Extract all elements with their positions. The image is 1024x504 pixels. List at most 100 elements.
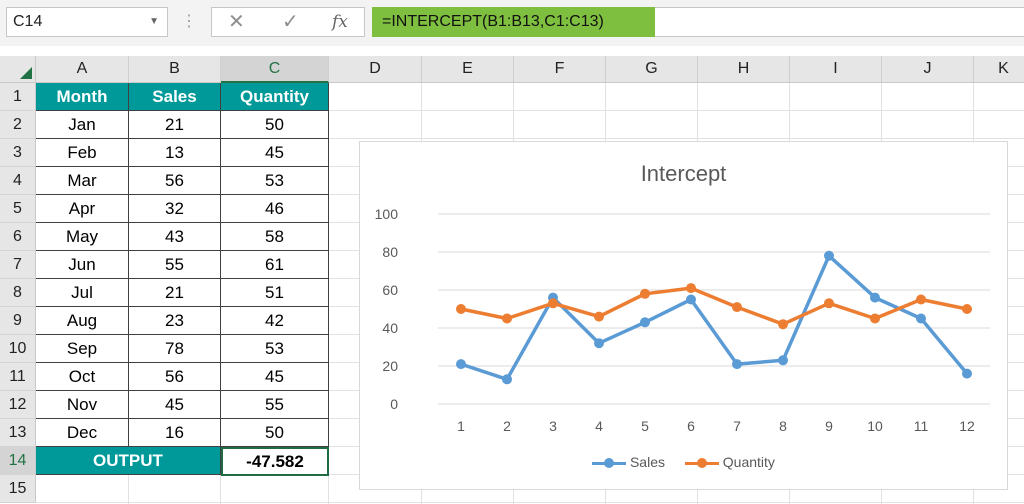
line-chart[interactable]: 0 20 40 60 80 100 1 2 3 4 5 6 7 8 9 10 11 12 Intercept Sa… [359,141,1008,490]
table-cell-sales[interactable]: 56 [129,363,221,391]
column-header-f[interactable]: F [514,56,606,83]
name-box-value: C14 [13,13,43,30]
y-tick-label: 60 [382,282,398,298]
x-tick-label: 1 [457,418,465,434]
table-cell-month[interactable]: Jun [36,251,129,279]
table-cell-quantity[interactable]: 61 [221,251,329,279]
column-header-h[interactable]: H [698,56,790,83]
column-header-e[interactable]: E [422,56,514,83]
table-cell-sales[interactable]: 13 [129,139,221,167]
table-cell-sales[interactable]: 43 [129,223,221,251]
data-point-quantity [824,298,834,309]
table-cell-sales[interactable]: 78 [129,335,221,363]
header-cell-quantity[interactable]: Quantity [221,83,329,111]
enter-icon[interactable]: ✓ [282,10,299,34]
table-cell-quantity[interactable]: 58 [221,223,329,251]
row-header-10[interactable]: 10 [0,335,36,363]
formula-input-rest[interactable] [655,7,1024,37]
output-value-cell[interactable]: -47.582 [221,447,329,476]
data-point-quantity [548,298,558,309]
more-options-icon[interactable]: ⋮ [181,10,197,34]
row-header-13[interactable]: 13 [0,419,36,447]
data-point-sales [594,338,604,349]
header-cell-sales[interactable]: Sales [129,83,221,111]
column-header-j[interactable]: J [882,56,974,83]
insert-function-icon[interactable]: fx [332,10,348,34]
row-header-11[interactable]: 11 [0,363,36,391]
data-point-sales [732,359,742,370]
table-cell-quantity[interactable]: 53 [221,167,329,195]
table-cell-quantity[interactable]: 53 [221,335,329,363]
row-header-2[interactable]: 2 [0,111,36,139]
cancel-icon[interactable]: ✕ [228,10,245,34]
table-cell-month[interactable]: Aug [36,307,129,335]
table-cell-quantity[interactable]: 42 [221,307,329,335]
table-cell-month[interactable]: Sep [36,335,129,363]
table-cell-sales[interactable]: 45 [129,391,221,419]
select-all-button[interactable] [0,56,36,83]
table-cell-month[interactable]: Feb [36,139,129,167]
column-header-d[interactable]: D [329,56,422,83]
data-point-quantity [686,283,696,294]
table-cell-sales[interactable]: 23 [129,307,221,335]
table-cell-month[interactable]: Mar [36,167,129,195]
table-cell-sales[interactable]: 56 [129,167,221,195]
column-header-k[interactable]: K [974,56,1024,83]
table-cell-month[interactable]: Apr [36,195,129,223]
row-header-4[interactable]: 4 [0,167,36,195]
column-header-g[interactable]: G [606,56,698,83]
data-point-quantity [778,319,788,330]
table-cell-quantity[interactable]: 55 [221,391,329,419]
column-header-a[interactable]: A [36,56,129,83]
row-header-3[interactable]: 3 [0,139,36,167]
table-cell-quantity[interactable]: 45 [221,139,329,167]
chevron-down-icon[interactable]: ▼ [149,8,159,36]
table-cell-month[interactable]: Jul [36,279,129,307]
table-cell-quantity[interactable]: 50 [221,419,329,447]
output-label[interactable]: OUTPUT [36,447,221,475]
row-header-7[interactable]: 7 [0,251,36,279]
column-header-i[interactable]: I [790,56,882,83]
table-cell-quantity[interactable]: 51 [221,279,329,307]
row-header-15[interactable]: 15 [0,475,36,503]
row-header-8[interactable]: 8 [0,279,36,307]
table-cell-quantity[interactable]: 50 [221,111,329,139]
table-cell-month[interactable]: Jan [36,111,129,139]
data-point-quantity [594,311,604,322]
data-point-sales [778,355,788,366]
formula-input[interactable]: =INTERCEPT(B1:B13,C1:C13) [372,7,655,37]
table-cell-sales[interactable]: 21 [129,279,221,307]
legend-label-quantity: Quantity [722,454,775,470]
table-cell-month[interactable]: Dec [36,419,129,447]
x-tick-label: 10 [867,418,883,434]
x-tick-label: 8 [779,418,787,434]
row-header-9[interactable]: 9 [0,307,36,335]
table-cell-quantity[interactable]: 45 [221,363,329,391]
y-tick-label: 40 [382,320,398,336]
table-cell-sales[interactable]: 55 [129,251,221,279]
x-tick-label: 4 [595,418,603,434]
table-cell-sales[interactable]: 21 [129,111,221,139]
row-header-12[interactable]: 12 [0,391,36,419]
legend-item-quantity: Quantity [684,454,775,471]
table-cell-sales[interactable]: 16 [129,419,221,447]
x-tick-label: 9 [825,418,833,434]
row-header-1[interactable]: 1 [0,83,36,111]
table-cell-month[interactable]: Nov [36,391,129,419]
column-header-b[interactable]: B [129,56,221,83]
name-box[interactable]: C14 ▼ [6,7,168,37]
data-point-quantity [916,294,926,305]
table-cell-quantity[interactable]: 46 [221,195,329,223]
table-cell-month[interactable]: Oct [36,363,129,391]
row-header-6[interactable]: 6 [0,223,36,251]
table-cell-sales[interactable]: 32 [129,195,221,223]
series-line-sales [460,254,969,382]
column-header-c[interactable]: C [221,56,329,83]
x-tick-label: 6 [687,418,695,434]
chart-title: Intercept [640,161,727,186]
table-cell-month[interactable]: May [36,223,129,251]
header-cell-month[interactable]: Month [36,83,129,111]
row-header-5[interactable]: 5 [0,195,36,223]
row-header-14[interactable]: 14 [0,447,36,475]
formula-buttons: ✕ ✓ fx [211,7,365,37]
